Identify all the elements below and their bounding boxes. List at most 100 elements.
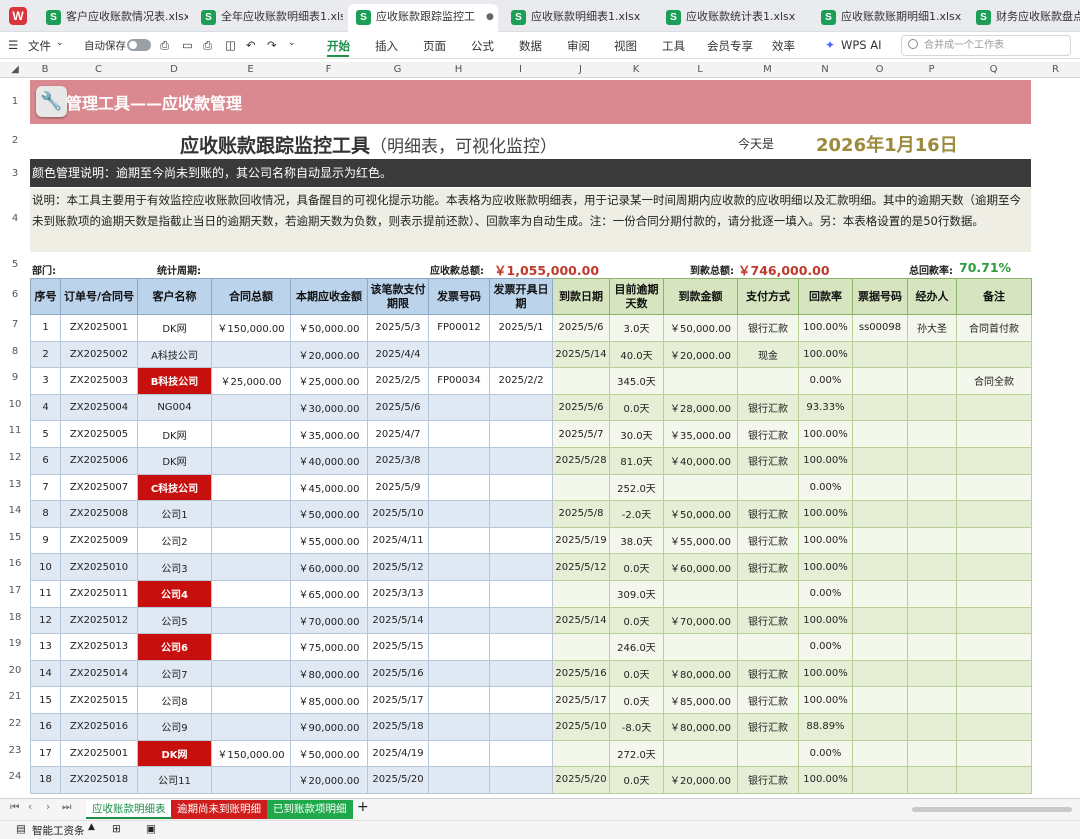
table-cell[interactable]: 7 xyxy=(30,473,61,502)
table-cell[interactable]: ￥40,000.00 xyxy=(663,446,738,475)
row-header[interactable]: 2 xyxy=(0,135,30,146)
table-cell[interactable]: ￥40,000.00 xyxy=(290,446,368,475)
caret-up-icon[interactable]: ▲ xyxy=(88,822,95,832)
table-cell[interactable] xyxy=(428,526,490,555)
table-cell[interactable] xyxy=(737,367,799,395)
table-cell[interactable]: ZX2025014 xyxy=(60,659,138,688)
table-cell[interactable]: 1 xyxy=(30,314,61,342)
row-header[interactable]: 5 xyxy=(0,259,30,270)
menu-member[interactable]: 会员专享 xyxy=(707,38,753,54)
row-header[interactable]: 14 xyxy=(0,505,30,516)
table-cell[interactable] xyxy=(211,766,291,794)
menu-formula[interactable]: 公式 xyxy=(471,38,494,54)
table-cell[interactable]: 银行汇款 xyxy=(737,526,799,555)
table-cell[interactable]: 2025/2/5 xyxy=(367,367,429,395)
table-cell[interactable] xyxy=(428,446,490,475)
table-cell[interactable]: 0.0天 xyxy=(609,393,664,422)
table-cell[interactable]: ￥20,000.00 xyxy=(663,766,738,794)
table-cell[interactable] xyxy=(852,500,908,528)
table-cell[interactable] xyxy=(211,526,291,555)
table-cell[interactable]: ￥20,000.00 xyxy=(663,340,738,369)
table-cell[interactable]: 公司8 xyxy=(137,686,212,714)
table-cell[interactable]: 8 xyxy=(30,500,61,528)
table-cell[interactable]: 100.00% xyxy=(798,606,853,635)
table-header-cell[interactable]: 到款金额 xyxy=(663,278,738,315)
row-header[interactable]: 19 xyxy=(0,638,30,649)
table-cell[interactable]: 100.00% xyxy=(798,526,853,555)
table-cell[interactable]: 2025/5/17 xyxy=(552,686,610,714)
table-cell[interactable] xyxy=(489,633,553,661)
row-header[interactable]: 3 xyxy=(0,168,30,179)
table-cell[interactable]: 9 xyxy=(30,526,61,555)
table-cell[interactable] xyxy=(211,393,291,422)
table-cell[interactable]: ZX2025003 xyxy=(60,367,138,395)
table-cell[interactable] xyxy=(737,473,799,502)
row-header[interactable]: 1 xyxy=(0,96,30,107)
wps-logo-icon[interactable]: W xyxy=(9,7,27,25)
column-header[interactable]: H xyxy=(428,64,489,75)
table-cell[interactable] xyxy=(211,686,291,714)
table-cell[interactable]: ￥55,000.00 xyxy=(290,526,368,555)
table-cell[interactable] xyxy=(428,393,490,422)
table-cell[interactable] xyxy=(428,500,490,528)
table-cell[interactable]: 银行汇款 xyxy=(737,420,799,448)
table-cell[interactable]: 2025/4/11 xyxy=(367,526,429,555)
column-header[interactable]: R xyxy=(1031,64,1080,75)
table-cell[interactable]: 2025/4/19 xyxy=(367,739,429,768)
table-cell[interactable]: A科技公司 xyxy=(137,340,212,369)
table-cell[interactable] xyxy=(428,553,490,581)
undo-icon[interactable]: ↶ xyxy=(246,38,256,52)
table-cell[interactable] xyxy=(211,473,291,502)
row-header[interactable]: 7 xyxy=(0,319,30,330)
table-cell[interactable]: 38.0天 xyxy=(609,526,664,555)
table-cell[interactable]: ZX2025010 xyxy=(60,553,138,581)
table-cell[interactable]: 3 xyxy=(30,367,61,395)
prev-sheet-icon[interactable]: ‹ xyxy=(28,801,32,813)
table-cell[interactable]: ￥50,000.00 xyxy=(290,314,368,342)
table-cell[interactable] xyxy=(852,553,908,581)
column-header[interactable]: B xyxy=(30,64,60,75)
table-cell[interactable] xyxy=(489,739,553,768)
tab-file-1[interactable]: S 客户应收账款情况表.xlsx xyxy=(38,4,188,32)
table-cell[interactable]: 合同首付款 xyxy=(956,314,1032,342)
table-cell[interactable] xyxy=(211,420,291,448)
column-header[interactable]: N xyxy=(798,64,852,75)
table-cell[interactable] xyxy=(489,393,553,422)
table-cell[interactable]: 2025/3/8 xyxy=(367,446,429,475)
table-cell[interactable] xyxy=(211,633,291,661)
tab-close-icon[interactable]: ● xyxy=(486,4,494,30)
table-cell[interactable] xyxy=(956,420,1032,448)
table-cell[interactable] xyxy=(907,712,957,741)
table-cell[interactable]: ￥75,000.00 xyxy=(290,633,368,661)
table-cell[interactable] xyxy=(852,633,908,661)
table-cell[interactable] xyxy=(852,686,908,714)
table-cell[interactable] xyxy=(956,606,1032,635)
row-header[interactable]: 9 xyxy=(0,372,30,383)
table-header-cell[interactable]: 该笔款支付期限 xyxy=(367,278,429,315)
table-cell[interactable] xyxy=(956,686,1032,714)
row-header[interactable]: 20 xyxy=(0,665,30,676)
table-cell[interactable] xyxy=(907,579,957,608)
table-cell[interactable] xyxy=(852,367,908,395)
table-cell[interactable] xyxy=(907,446,957,475)
table-header-cell[interactable]: 发票开具日期 xyxy=(489,278,553,315)
table-cell[interactable]: 0.00% xyxy=(798,367,853,395)
table-cell[interactable]: 3.0天 xyxy=(609,314,664,342)
table-cell[interactable]: ￥80,000.00 xyxy=(663,659,738,688)
first-sheet-icon[interactable]: ⏮ xyxy=(10,801,19,814)
row-header[interactable]: 8 xyxy=(0,346,30,357)
column-header[interactable]: F xyxy=(290,64,367,75)
table-cell[interactable] xyxy=(552,579,610,608)
row-header[interactable]: 21 xyxy=(0,691,30,702)
table-cell[interactable] xyxy=(956,579,1032,608)
table-cell[interactable]: ￥35,000.00 xyxy=(663,420,738,448)
table-cell[interactable]: 2025/5/6 xyxy=(552,393,610,422)
table-cell[interactable]: 2025/5/10 xyxy=(367,500,429,528)
table-cell[interactable]: ZX2025001 xyxy=(60,314,138,342)
table-cell[interactable] xyxy=(489,686,553,714)
menu-tools[interactable]: 工具 xyxy=(662,38,685,54)
table-cell[interactable] xyxy=(956,393,1032,422)
table-cell[interactable]: ￥80,000.00 xyxy=(290,659,368,688)
table-cell[interactable]: 公司2 xyxy=(137,526,212,555)
preview-icon[interactable]: ◫ xyxy=(225,38,236,52)
